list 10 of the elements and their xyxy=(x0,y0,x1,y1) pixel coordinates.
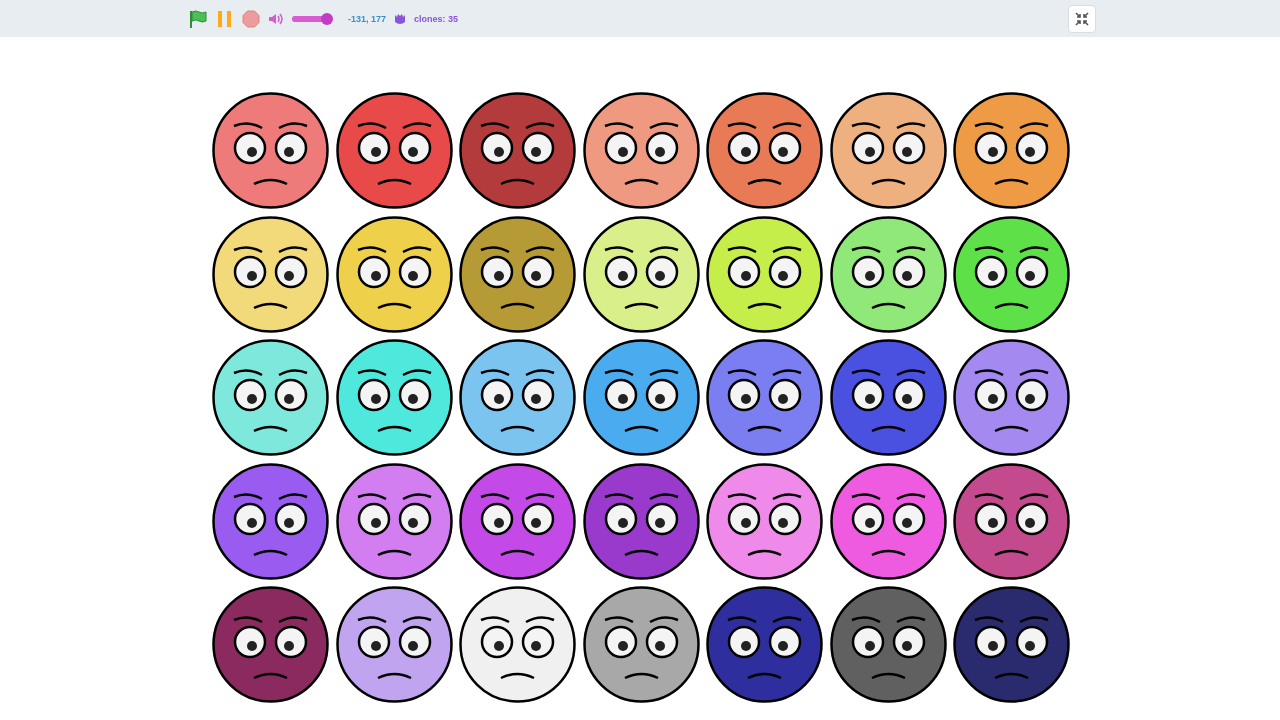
flag-icon[interactable] xyxy=(188,8,208,29)
volume-slider[interactable] xyxy=(292,12,334,25)
stop-icon[interactable] xyxy=(242,9,260,28)
exit-fullscreen-button[interactable] xyxy=(1068,4,1096,33)
exit-fullscreen-icon xyxy=(1075,11,1089,26)
speaker-icon[interactable] xyxy=(268,11,284,26)
volume-thumb[interactable] xyxy=(320,12,333,25)
clone-count: clones: 35 xyxy=(414,13,459,24)
mouse-position: -131, 177 xyxy=(348,13,387,24)
clones-icon xyxy=(394,12,407,25)
